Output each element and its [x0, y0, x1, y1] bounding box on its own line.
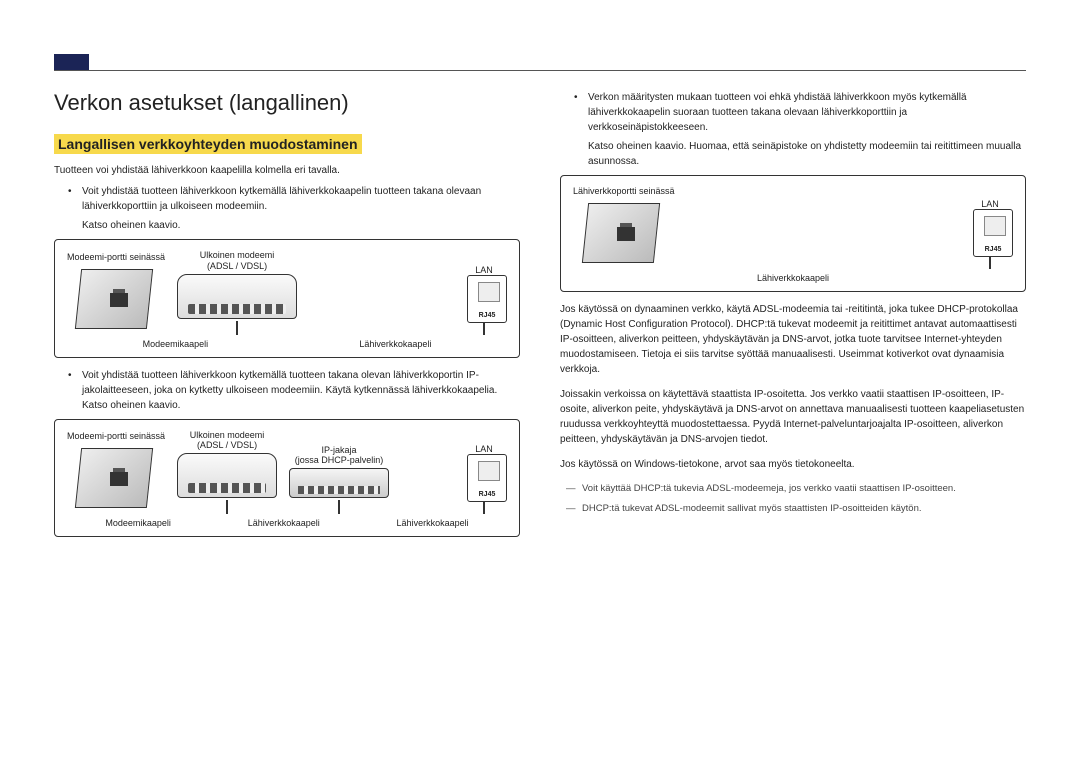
- wall-label: Modeemi-portti seinässä: [67, 431, 165, 442]
- page-columns: Verkon asetukset (langallinen) Langallis…: [54, 90, 1026, 547]
- bullet-subtext: Katso oheinen kaavio. Huomaa, että seinä…: [588, 139, 1026, 169]
- modem-label: Ulkoinen modeemi (ADSL / VDSL): [190, 430, 265, 452]
- cable-label: Lähiverkkokaapeli: [359, 339, 431, 349]
- cable-label: Modeemikaapeli: [105, 518, 171, 528]
- note-item: Voit käyttää DHCP:tä tukevia ADSL-modeem…: [572, 482, 1026, 496]
- modem-icon: [177, 453, 277, 498]
- ip-sharer-icon: [289, 468, 389, 498]
- paragraph-windows: Jos käytössä on Windows-tietokone, arvot…: [560, 457, 1026, 472]
- left-column: Verkon asetukset (langallinen) Langallis…: [54, 90, 520, 547]
- modem-icon: [177, 274, 297, 319]
- cable-label: Modeemikaapeli: [143, 339, 209, 349]
- note-item: DHCP:tä tukevat ADSL-modeemit sallivat m…: [572, 502, 1026, 516]
- diagram-wall-direct: Lähiverkkoportti seinässä LAN RJ45 Lähiv…: [560, 175, 1026, 292]
- lan-label: LAN: [475, 444, 493, 454]
- modem-label: Ulkoinen modeemi (ADSL / VDSL): [200, 250, 275, 272]
- bullet-text: Voit yhdistää tuotteen lähiverkkoon kytk…: [82, 186, 481, 212]
- cable-label: Lähiverkkokaapeli: [248, 518, 320, 528]
- right-column: Verkon määritysten mukaan tuotteen voi e…: [560, 90, 1026, 547]
- wall-plate-icon: [581, 199, 666, 269]
- rj45-icon: RJ45: [467, 454, 507, 502]
- page-title: Verkon asetukset (langallinen): [54, 90, 520, 116]
- rj45-icon: RJ45: [973, 209, 1013, 257]
- lan-label: LAN: [475, 265, 493, 275]
- header-accent: [54, 54, 89, 71]
- paragraph-static: Joissakin verkoissa on käytettävä staatt…: [560, 387, 1026, 447]
- section-heading: Langallisen verkkoyhteyden muodostaminen: [54, 134, 362, 154]
- bullet-item: Voit yhdistää tuotteen lähiverkkoon kytk…: [74, 184, 520, 233]
- bullet-item: Verkon määritysten mukaan tuotteen voi e…: [580, 90, 1026, 169]
- wall-plate-icon: [74, 265, 159, 335]
- splitter-label: IP-jakaja (jossa DHCP-palvelin): [295, 445, 384, 467]
- header-rule: [54, 70, 1026, 71]
- intro-text: Tuotteen voi yhdistää lähiverkkoon kaape…: [54, 164, 520, 178]
- wall-port-label: Lähiverkkoportti seinässä: [573, 186, 675, 197]
- diagram-ip-sharer: Modeemi-portti seinässä Ulkoinen modeemi…: [54, 419, 520, 538]
- wall-label: Modeemi-portti seinässä: [67, 252, 165, 263]
- bullet-text: Voit yhdistää tuotteen lähiverkkoon kytk…: [82, 370, 497, 411]
- rj45-icon: RJ45: [467, 275, 507, 323]
- paragraph-dhcp: Jos käytössä on dynaaminen verkko, käytä…: [560, 302, 1026, 377]
- diagram-modem-direct: Modeemi-portti seinässä Ulkoinen modeemi…: [54, 239, 520, 358]
- cable-label: Lähiverkkokaapeli: [397, 518, 469, 528]
- wall-plate-icon: [74, 444, 159, 514]
- bullet-item: Voit yhdistää tuotteen lähiverkkoon kytk…: [74, 368, 520, 413]
- cable-label: Lähiverkkokaapeli: [573, 273, 1013, 283]
- bullet-subtext: Katso oheinen kaavio.: [82, 218, 520, 233]
- bullet-text: Verkon määritysten mukaan tuotteen voi e…: [588, 92, 967, 133]
- lan-label: LAN: [981, 199, 999, 209]
